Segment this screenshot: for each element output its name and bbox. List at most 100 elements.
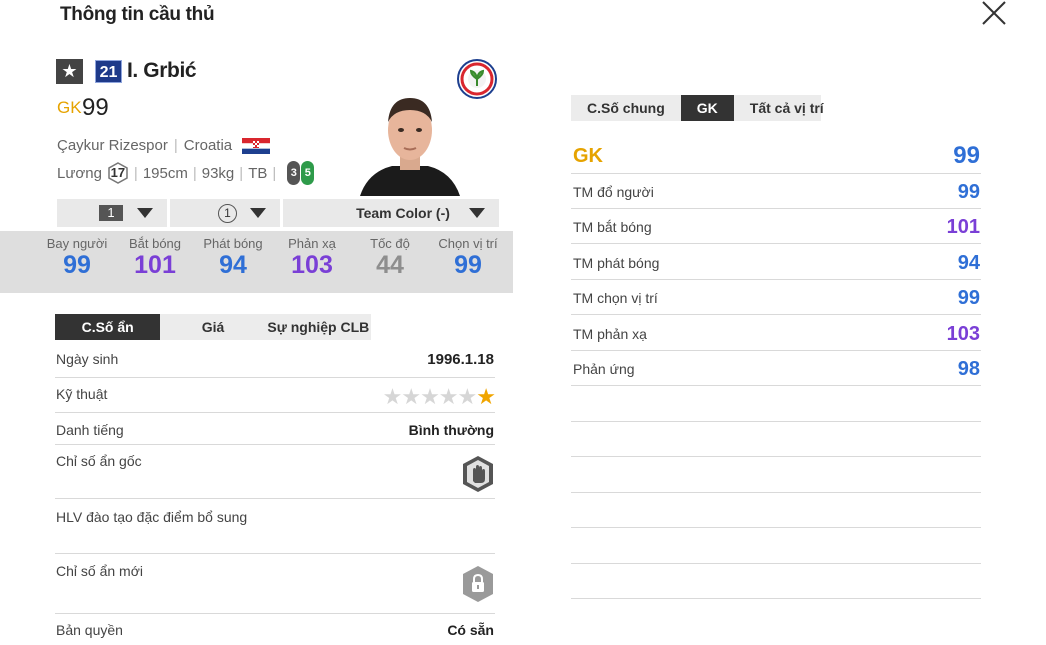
skill-row: Kỹ thuật ★★★★★★ — [55, 384, 496, 413]
stat-name: Bay người — [46, 236, 108, 251]
tab-gk[interactable]: GK — [680, 95, 734, 121]
birth-value: 1996.1.18 — [427, 351, 494, 368]
body-type: TB — [248, 164, 268, 182]
right-stat-label: Phản ứng — [573, 361, 635, 377]
new-hidden-traits-row: Chỉ số ẩn mới — [55, 563, 495, 614]
right-stat-value: 94 — [957, 252, 980, 274]
stat-value: 101 — [134, 251, 176, 279]
stat-value: 44 — [376, 251, 404, 279]
tab-general-stats[interactable]: C.Số chung — [571, 95, 681, 121]
stat-value: 99 — [63, 251, 91, 279]
stat-name: Phát bóng — [203, 236, 263, 251]
right-stat-label: TM đổ người — [573, 184, 654, 200]
chevron-down-icon — [469, 208, 485, 218]
empty-row — [571, 499, 981, 528]
tab-price[interactable]: Giá — [160, 314, 265, 340]
croatia-flag-icon — [242, 137, 271, 154]
skill-label: Kỹ thuật — [56, 386, 108, 402]
left-foot-value: 3 — [287, 161, 301, 185]
salary-badge: 17 — [107, 162, 129, 184]
divider: | — [173, 137, 178, 154]
tab-club-career[interactable]: Sự nghiệp CLB — [266, 314, 371, 340]
position-label: GK — [57, 98, 82, 117]
empty-row — [571, 428, 981, 457]
right-stat-row: Phản ứng 98 — [571, 357, 981, 386]
glove-trait-icon[interactable] — [461, 455, 495, 493]
stat-value: 103 — [291, 251, 333, 279]
level-dropdown[interactable]: 1 — [170, 199, 280, 227]
team-color-value: Team Color (-) — [356, 205, 450, 221]
salary-label: Lương — [57, 164, 102, 182]
salary-value: 17 — [110, 165, 126, 180]
coach-traits-row: HLV đào tạo đặc điểm bổ sung — [55, 509, 495, 554]
dialog-title: Thông tin cầu thủ — [60, 4, 215, 25]
star-empty-icon: ★ — [438, 384, 459, 409]
stat-tabs: C.Số chung GK Tất cả vị trí — [571, 95, 824, 121]
gk-rating-row: GK 99 — [571, 141, 981, 174]
stat-diving: Bay người 99 — [37, 236, 117, 279]
favorite-star-icon[interactable]: ★ — [56, 59, 83, 84]
team-color-dropdown[interactable]: Team Color (-) — [283, 199, 499, 227]
tab-all-positions[interactable]: Tất cả vị trí — [734, 95, 840, 121]
hidden-traits-row: Chỉ số ẩn gốc — [55, 453, 495, 499]
player-name: I. Grbić — [127, 59, 197, 82]
physical-line: Lương 17 | 195cm | 93kg | TB | 3 5 — [57, 161, 315, 185]
lock-icon[interactable] — [461, 565, 495, 603]
divider: | — [192, 164, 197, 182]
hidden-traits-label: Chỉ số ẩn gốc — [56, 453, 142, 469]
overall-rating: 99 — [82, 94, 109, 121]
stat-kicking: Phát bóng 94 — [193, 236, 273, 279]
empty-row — [571, 535, 981, 564]
stat-positioning: Chọn vị trí 99 — [428, 236, 508, 279]
license-row: Bản quyền Có sẵn — [55, 622, 495, 642]
weight-value: 93kg — [201, 164, 235, 182]
stat-speed: Tốc độ 44 — [350, 236, 430, 279]
right-stat-row: TM chọn vị trí 99 — [571, 286, 981, 315]
star-filled-icon: ★ — [476, 384, 496, 409]
right-stat-label: TM bắt bóng — [573, 219, 652, 235]
jersey-number-badge: 21 — [95, 60, 122, 83]
right-stat-label: TM phát bóng — [573, 255, 660, 271]
license-value: Có sẵn — [447, 622, 494, 638]
reputation-row: Danh tiếng Bình thường — [55, 422, 495, 445]
stat-name: Tốc độ — [370, 236, 410, 251]
divider: | — [272, 164, 277, 182]
club-crest-icon — [457, 59, 497, 99]
chevron-down-icon — [137, 208, 153, 218]
right-foot-value: 5 — [301, 161, 315, 185]
nation-name: Croatia — [183, 137, 233, 154]
stat-name: Phản xạ — [288, 236, 336, 251]
gk-rating-value: 99 — [953, 142, 980, 169]
empty-row — [571, 570, 981, 599]
right-stat-value: 103 — [946, 323, 980, 345]
stat-handling: Bắt bóng 101 — [115, 236, 195, 279]
reputation-value: Bình thường — [408, 422, 494, 438]
stat-value: 94 — [219, 251, 247, 279]
empty-row — [571, 464, 981, 493]
star-empty-icon: ★ — [420, 384, 440, 409]
reputation-label: Danh tiếng — [56, 422, 124, 438]
coach-traits-label: HLV đào tạo đặc điểm bổ sung — [56, 509, 248, 525]
chevron-down-icon — [250, 208, 266, 218]
close-icon[interactable] — [980, 0, 1008, 26]
tab-hidden-stats[interactable]: C.Số ẩn — [55, 314, 161, 340]
stat-reflexes: Phản xạ 103 — [272, 236, 352, 279]
right-stat-row: TM bắt bóng 101 — [571, 215, 981, 244]
upgrade-value: 1 — [99, 205, 123, 221]
birth-row: Ngày sinh 1996.1.18 — [55, 351, 495, 378]
foot-rating: 3 5 — [287, 161, 315, 185]
height-value: 195cm — [142, 164, 188, 182]
stat-name: Chọn vị trí — [438, 236, 498, 251]
empty-row — [571, 393, 981, 422]
info-tabs: C.Số ẩn Giá Sự nghiệp CLB — [55, 314, 371, 340]
right-stat-row: TM đổ người 99 — [571, 180, 981, 209]
star-empty-icon: ★ — [401, 384, 421, 409]
divider: | — [239, 164, 244, 182]
upgrade-dropdown[interactable]: 1 — [57, 199, 167, 227]
right-stat-label: TM chọn vị trí — [573, 290, 658, 306]
right-stat-row: TM phản xạ 103 — [571, 322, 981, 351]
stat-name: Bắt bóng — [128, 236, 182, 251]
skill-stars: ★★★★★★ — [383, 384, 496, 410]
gk-rating-label: GK — [573, 145, 603, 167]
club-nation-line: Çaykur Rizespor | Croatia — [57, 137, 271, 154]
